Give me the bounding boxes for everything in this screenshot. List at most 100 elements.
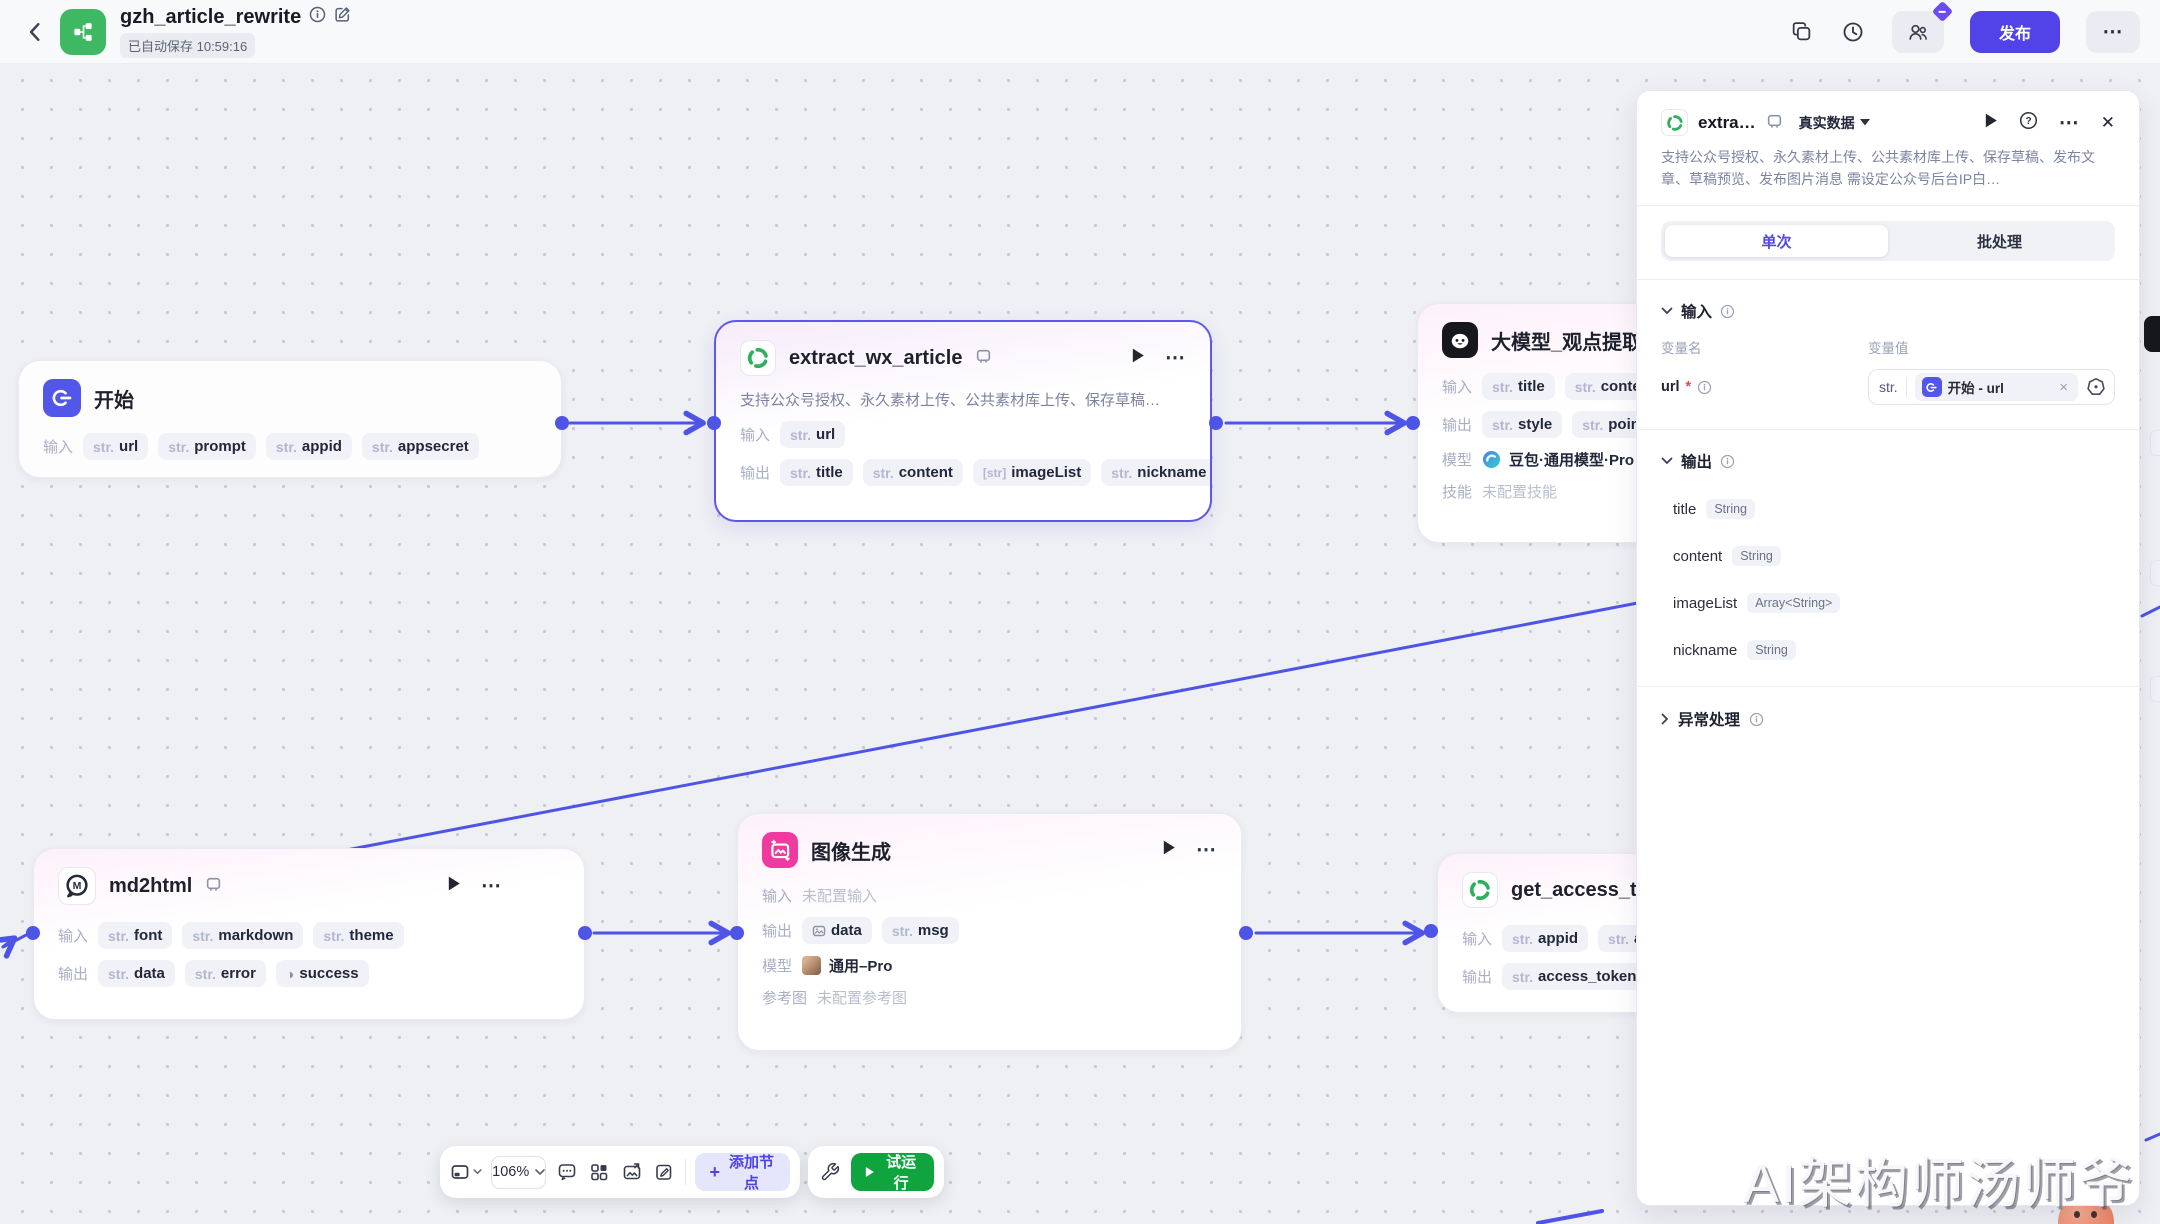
- tab-single[interactable]: 单次: [1665, 225, 1888, 257]
- info-icon: [1720, 304, 1735, 319]
- tag-font: str.font: [98, 922, 172, 949]
- skill-placeholder: 未配置技能: [1482, 481, 1557, 502]
- node-image-generation[interactable]: 图像生成 ⋯ 输入 未配置输入 输出 data str.msg 模型 通用–Pr…: [737, 813, 1242, 1051]
- tag-data: str.data: [98, 960, 175, 987]
- variable-name: url: [1661, 379, 1680, 395]
- chevron-down-icon[interactable]: [1661, 307, 1673, 315]
- close-icon[interactable]: ✕: [2101, 113, 2115, 133]
- back-button[interactable]: [20, 17, 50, 47]
- copy-icon[interactable]: [1788, 19, 1814, 45]
- tag-markdown: str.markdown: [182, 922, 303, 949]
- required-mark: *: [1686, 379, 1692, 395]
- node-menu-button[interactable]: ⋯: [1196, 846, 1217, 854]
- tag-content: str.content: [863, 459, 963, 486]
- comment-tool[interactable]: [555, 1158, 578, 1186]
- type-selector[interactable]: str.: [1879, 379, 1898, 395]
- divider: [1637, 205, 2139, 206]
- caret-down-icon: [535, 1169, 545, 1176]
- panel-run-button[interactable]: [1984, 113, 1998, 133]
- tag-title: str.title: [1482, 373, 1555, 400]
- svg-text:?: ?: [2025, 115, 2031, 126]
- tag-data-image: data: [802, 917, 872, 944]
- auto-layout-tool[interactable]: [588, 1158, 611, 1186]
- autosave-badge: 已自动保存 10:59:16: [120, 33, 255, 58]
- header-more-button[interactable]: ⋯: [2086, 11, 2140, 53]
- input-row-label: 输入: [740, 424, 770, 445]
- chevron-right-icon[interactable]: [1661, 713, 1669, 725]
- md2html-icon: M: [58, 867, 96, 905]
- mode-tabs: 单次 批处理: [1661, 221, 2115, 261]
- workflow-app-icon: [60, 9, 106, 55]
- input-row-label: 输入: [58, 925, 88, 946]
- node-md2html[interactable]: M md2html ⋯ 输入 str.font str.markdown str…: [33, 848, 585, 1020]
- image-tool[interactable]: [620, 1158, 643, 1186]
- add-node-button[interactable]: + 添加节点: [695, 1153, 790, 1191]
- tag-style: str.style: [1482, 411, 1562, 438]
- run-node-button[interactable]: [1162, 840, 1176, 860]
- svg-text:M: M: [73, 880, 82, 892]
- note-tool[interactable]: [652, 1158, 675, 1186]
- panel-menu-button[interactable]: ⋯: [2059, 119, 2080, 127]
- clipped-tag-fragment: [2150, 430, 2160, 456]
- settings-icon[interactable]: [2086, 377, 2106, 397]
- input-row-label: 输入: [762, 885, 792, 906]
- users-icon: [1906, 20, 1930, 44]
- caret-down-icon: [1860, 119, 1870, 126]
- caret-down-icon: [473, 1169, 482, 1175]
- node-extract-wx-article[interactable]: extract_wx_article ⋯ 支持公众号授权、永久素材上传、公共素材…: [714, 320, 1212, 522]
- publish-button[interactable]: 发布: [1970, 11, 2060, 53]
- tab-batch[interactable]: 批处理: [1888, 225, 2111, 257]
- node-menu-button[interactable]: ⋯: [1165, 354, 1186, 362]
- info-icon[interactable]: [309, 6, 326, 28]
- start-node-icon: [1922, 377, 1942, 397]
- node-title: extract_wx_article: [789, 347, 962, 370]
- remove-ref-icon[interactable]: ×: [2056, 379, 2071, 396]
- run-node-button[interactable]: [447, 876, 461, 896]
- output-row-label: 输出: [762, 920, 792, 941]
- model-avatar: [802, 956, 821, 975]
- zoom-level-dropdown[interactable]: 106%: [491, 1156, 546, 1189]
- output-item: content String: [1661, 546, 2115, 566]
- node-title: 图像生成: [811, 836, 891, 865]
- type-badge: Array<String>: [1747, 593, 1840, 613]
- tag-theme: str.theme: [313, 922, 403, 949]
- info-icon: [1749, 712, 1764, 727]
- doubao-llm-icon: [1442, 322, 1478, 358]
- history-icon[interactable]: [1840, 19, 1866, 45]
- node-menu-button[interactable]: ⋯: [481, 882, 502, 890]
- output-item: nickname String: [1661, 640, 2115, 660]
- boolean-icon: ◑: [286, 967, 294, 981]
- divider: [1637, 279, 2139, 280]
- variable-value-input[interactable]: str. 开始 - url ×: [1868, 369, 2115, 405]
- image-gen-icon: [762, 832, 798, 868]
- clipped-tag-fragment: [2150, 676, 2160, 702]
- node-title: md2html: [109, 875, 192, 898]
- output-section-title: 输出: [1681, 450, 1712, 472]
- output-item: imageList Array<String>: [1661, 593, 2115, 613]
- node-start[interactable]: 开始 输入 str.url str.prompt str.appid str.a…: [18, 360, 562, 478]
- node-title: 大模型_观点提取: [1491, 326, 1642, 355]
- workflow-editor: 开始 输入 str.url str.prompt str.appid str.a…: [0, 0, 2160, 1224]
- minimap-toggle[interactable]: [450, 1158, 482, 1186]
- tag-prompt: str.prompt: [158, 433, 256, 460]
- variable-ref-chip[interactable]: 开始 - url ×: [1915, 373, 2078, 401]
- panel-description: 支持公众号授权、永久素材上传、公共素材库上传、保存草稿、发布文章、草稿预览、发布…: [1661, 147, 2115, 190]
- column-variable-value: 变量值: [1868, 337, 2115, 357]
- tag-appid: str.appid: [1502, 925, 1588, 952]
- collaboration-button[interactable]: [1892, 11, 1944, 53]
- output-row-label: 输出: [58, 963, 88, 984]
- edit-title-icon[interactable]: [334, 6, 351, 28]
- help-icon[interactable]: ?: [2019, 111, 2038, 135]
- exception-section-title[interactable]: 异常处理: [1678, 708, 1740, 730]
- run-node-button[interactable]: [1131, 348, 1145, 368]
- node-config-panel: extra… 真实数据 ? ⋯ ✕ 支持公众号授权、永久素材上传、公共素材库上传…: [1636, 90, 2140, 1206]
- debug-wrench-icon[interactable]: [818, 1158, 842, 1186]
- output-row-label: 输出: [740, 462, 770, 483]
- data-mode-dropdown[interactable]: 真实数据: [1799, 113, 1870, 133]
- tag-appid: str.appid: [266, 433, 352, 460]
- tag-nickname: str.nickname: [1101, 459, 1212, 486]
- test-run-button[interactable]: 试运行: [851, 1153, 934, 1191]
- tag-url: str.url: [83, 433, 148, 460]
- panel-node-title: extra…: [1698, 113, 1756, 133]
- chevron-down-icon[interactable]: [1661, 457, 1673, 465]
